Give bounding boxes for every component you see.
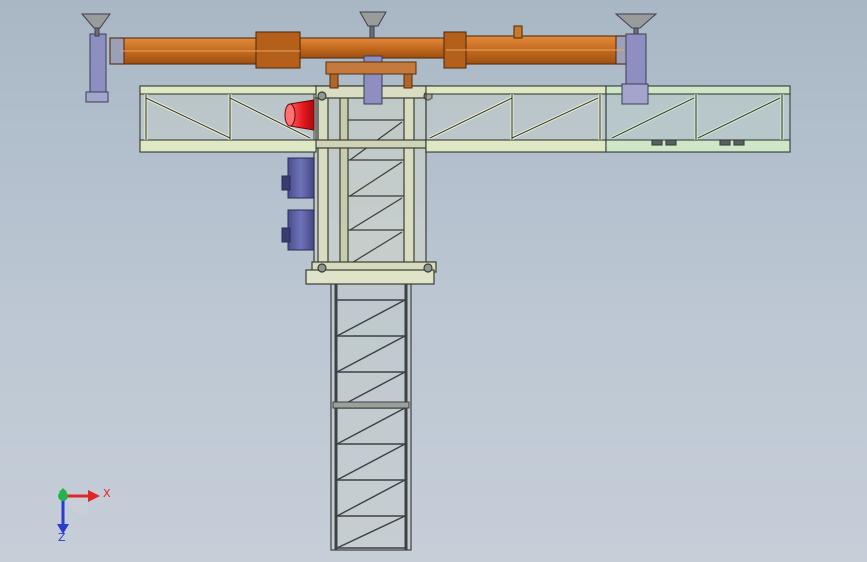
support-post-center — [359, 11, 387, 105]
y-axis-origin-icon — [58, 488, 68, 501]
climbing-cage — [305, 85, 437, 285]
walkway-truss-center — [425, 85, 607, 153]
tower-crane-model[interactable] — [0, 0, 867, 562]
lower-mast — [330, 281, 412, 551]
winch-motor-lower — [281, 209, 315, 251]
cad-viewport[interactable]: X Z — [0, 0, 867, 562]
winch-motor-upper — [281, 157, 315, 199]
z-axis-arrow-icon — [57, 496, 69, 534]
support-post-left — [80, 13, 111, 103]
x-axis-label: X — [103, 487, 111, 500]
z-axis-label: Z — [58, 531, 66, 544]
drive-cylinder — [284, 99, 315, 131]
